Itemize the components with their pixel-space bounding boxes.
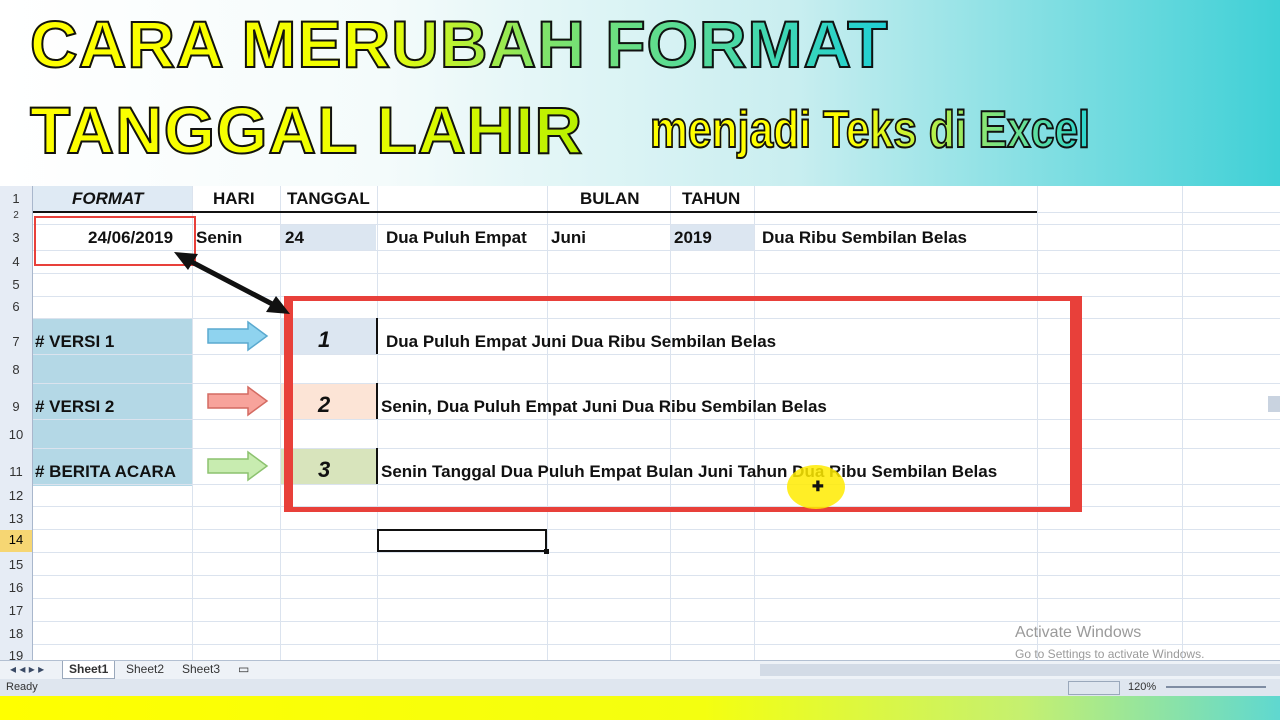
header-tahun[interactable]: TAHUN <box>682 189 740 209</box>
double-arrow-icon <box>174 252 290 314</box>
label-versi-2[interactable]: # VERSI 2 <box>35 397 114 417</box>
row-number[interactable]: 2 <box>0 210 32 221</box>
tanggal-text-cell[interactable]: Dua Puluh Empat <box>386 228 527 248</box>
header-hari[interactable]: HARI <box>213 189 255 209</box>
arrow-right-icon <box>207 320 269 352</box>
view-buttons[interactable] <box>1068 681 1120 695</box>
row-number[interactable]: 12 <box>0 488 32 503</box>
sheet-nav-icons[interactable]: ◂ ◂ ▸ ▸ <box>4 661 50 678</box>
row-number[interactable]: 13 <box>0 511 32 526</box>
status-bar: ◂ ◂ ▸ ▸ Sheet1 Sheet2 Sheet3 ▭ Ready 120… <box>0 660 1280 697</box>
insert-sheet-icon[interactable]: ▭ <box>232 661 255 678</box>
label-versi-1[interactable]: # VERSI 1 <box>35 332 114 352</box>
zoom-slider[interactable] <box>1166 686 1266 688</box>
arrow-right-icon <box>207 450 269 482</box>
fill-handle[interactable] <box>544 549 549 554</box>
header-bulan[interactable]: BULAN <box>580 189 640 209</box>
header-underline <box>32 211 1037 213</box>
bulan-cell[interactable]: Juni <box>551 228 586 248</box>
label-berita-acara[interactable]: # BERITA ACARA <box>35 462 176 482</box>
row-number[interactable]: 6 <box>0 299 32 314</box>
row-number[interactable]: 8 <box>0 362 32 377</box>
selected-cell[interactable] <box>377 529 547 552</box>
title-line-2: TANGGAL LAHIR <box>29 92 584 168</box>
row-number[interactable]: 7 <box>0 334 32 349</box>
row-number[interactable]: 1 <box>0 191 32 206</box>
row-number-active[interactable]: 14 <box>0 530 32 552</box>
row-number[interactable]: 11 <box>0 464 32 479</box>
date-cell[interactable]: 24/06/2019 <box>88 228 173 248</box>
tab-sheet2[interactable]: Sheet2 <box>120 661 170 678</box>
activate-windows-subtitle: Go to Settings to activate Windows. <box>1015 647 1205 660</box>
activate-windows-title: Activate Windows <box>1015 624 1142 641</box>
row-number[interactable]: 18 <box>0 626 32 641</box>
tab-sheet1[interactable]: Sheet1 <box>62 661 116 679</box>
header-tanggal[interactable]: TANGGAL <box>287 189 370 209</box>
cursor-cross-icon: ✚ <box>812 478 824 494</box>
result-highlight-frame <box>284 296 1082 512</box>
row-number[interactable]: 5 <box>0 277 32 292</box>
row-header-column: 1 2 3 4 5 6 7 8 9 10 11 12 13 14 15 16 1… <box>0 186 33 660</box>
row-number[interactable]: 16 <box>0 580 32 595</box>
tab-sheet3[interactable]: Sheet3 <box>176 661 226 678</box>
tanggal-cell[interactable]: 24 <box>285 228 304 248</box>
bottom-decor-bar <box>0 696 1280 720</box>
horizontal-scrollbar[interactable] <box>760 664 1280 676</box>
row-number[interactable]: 9 <box>0 399 32 414</box>
row-number[interactable]: 15 <box>0 557 32 572</box>
spreadsheet-area: 1 2 3 4 5 6 7 8 9 10 11 12 13 14 15 16 1… <box>0 186 1280 660</box>
vertical-scrollbar-thumb[interactable] <box>1268 396 1280 412</box>
zoom-level[interactable]: 120% <box>1128 681 1156 693</box>
sheet-tabs-bar: ◂ ◂ ▸ ▸ Sheet1 Sheet2 Sheet3 ▭ <box>0 661 1280 679</box>
title-line-3: menjadi Teks di Excel <box>649 100 1091 160</box>
status-ready: Ready <box>6 681 38 693</box>
row-number[interactable]: 4 <box>0 254 32 269</box>
row-number[interactable]: 3 <box>0 230 32 245</box>
title-line-1: CARA MERUBAH FORMAT <box>29 6 889 82</box>
tahun-text-cell[interactable]: Dua Ribu Sembilan Belas <box>762 228 967 248</box>
header-format[interactable]: FORMAT <box>72 189 143 209</box>
arrow-right-icon <box>207 385 269 417</box>
row-number[interactable]: 19 <box>0 648 32 660</box>
day-cell[interactable]: Senin <box>196 228 242 248</box>
row-number[interactable]: 17 <box>0 603 32 618</box>
row-number[interactable]: 10 <box>0 427 32 442</box>
tahun-cell[interactable]: 2019 <box>674 228 712 248</box>
